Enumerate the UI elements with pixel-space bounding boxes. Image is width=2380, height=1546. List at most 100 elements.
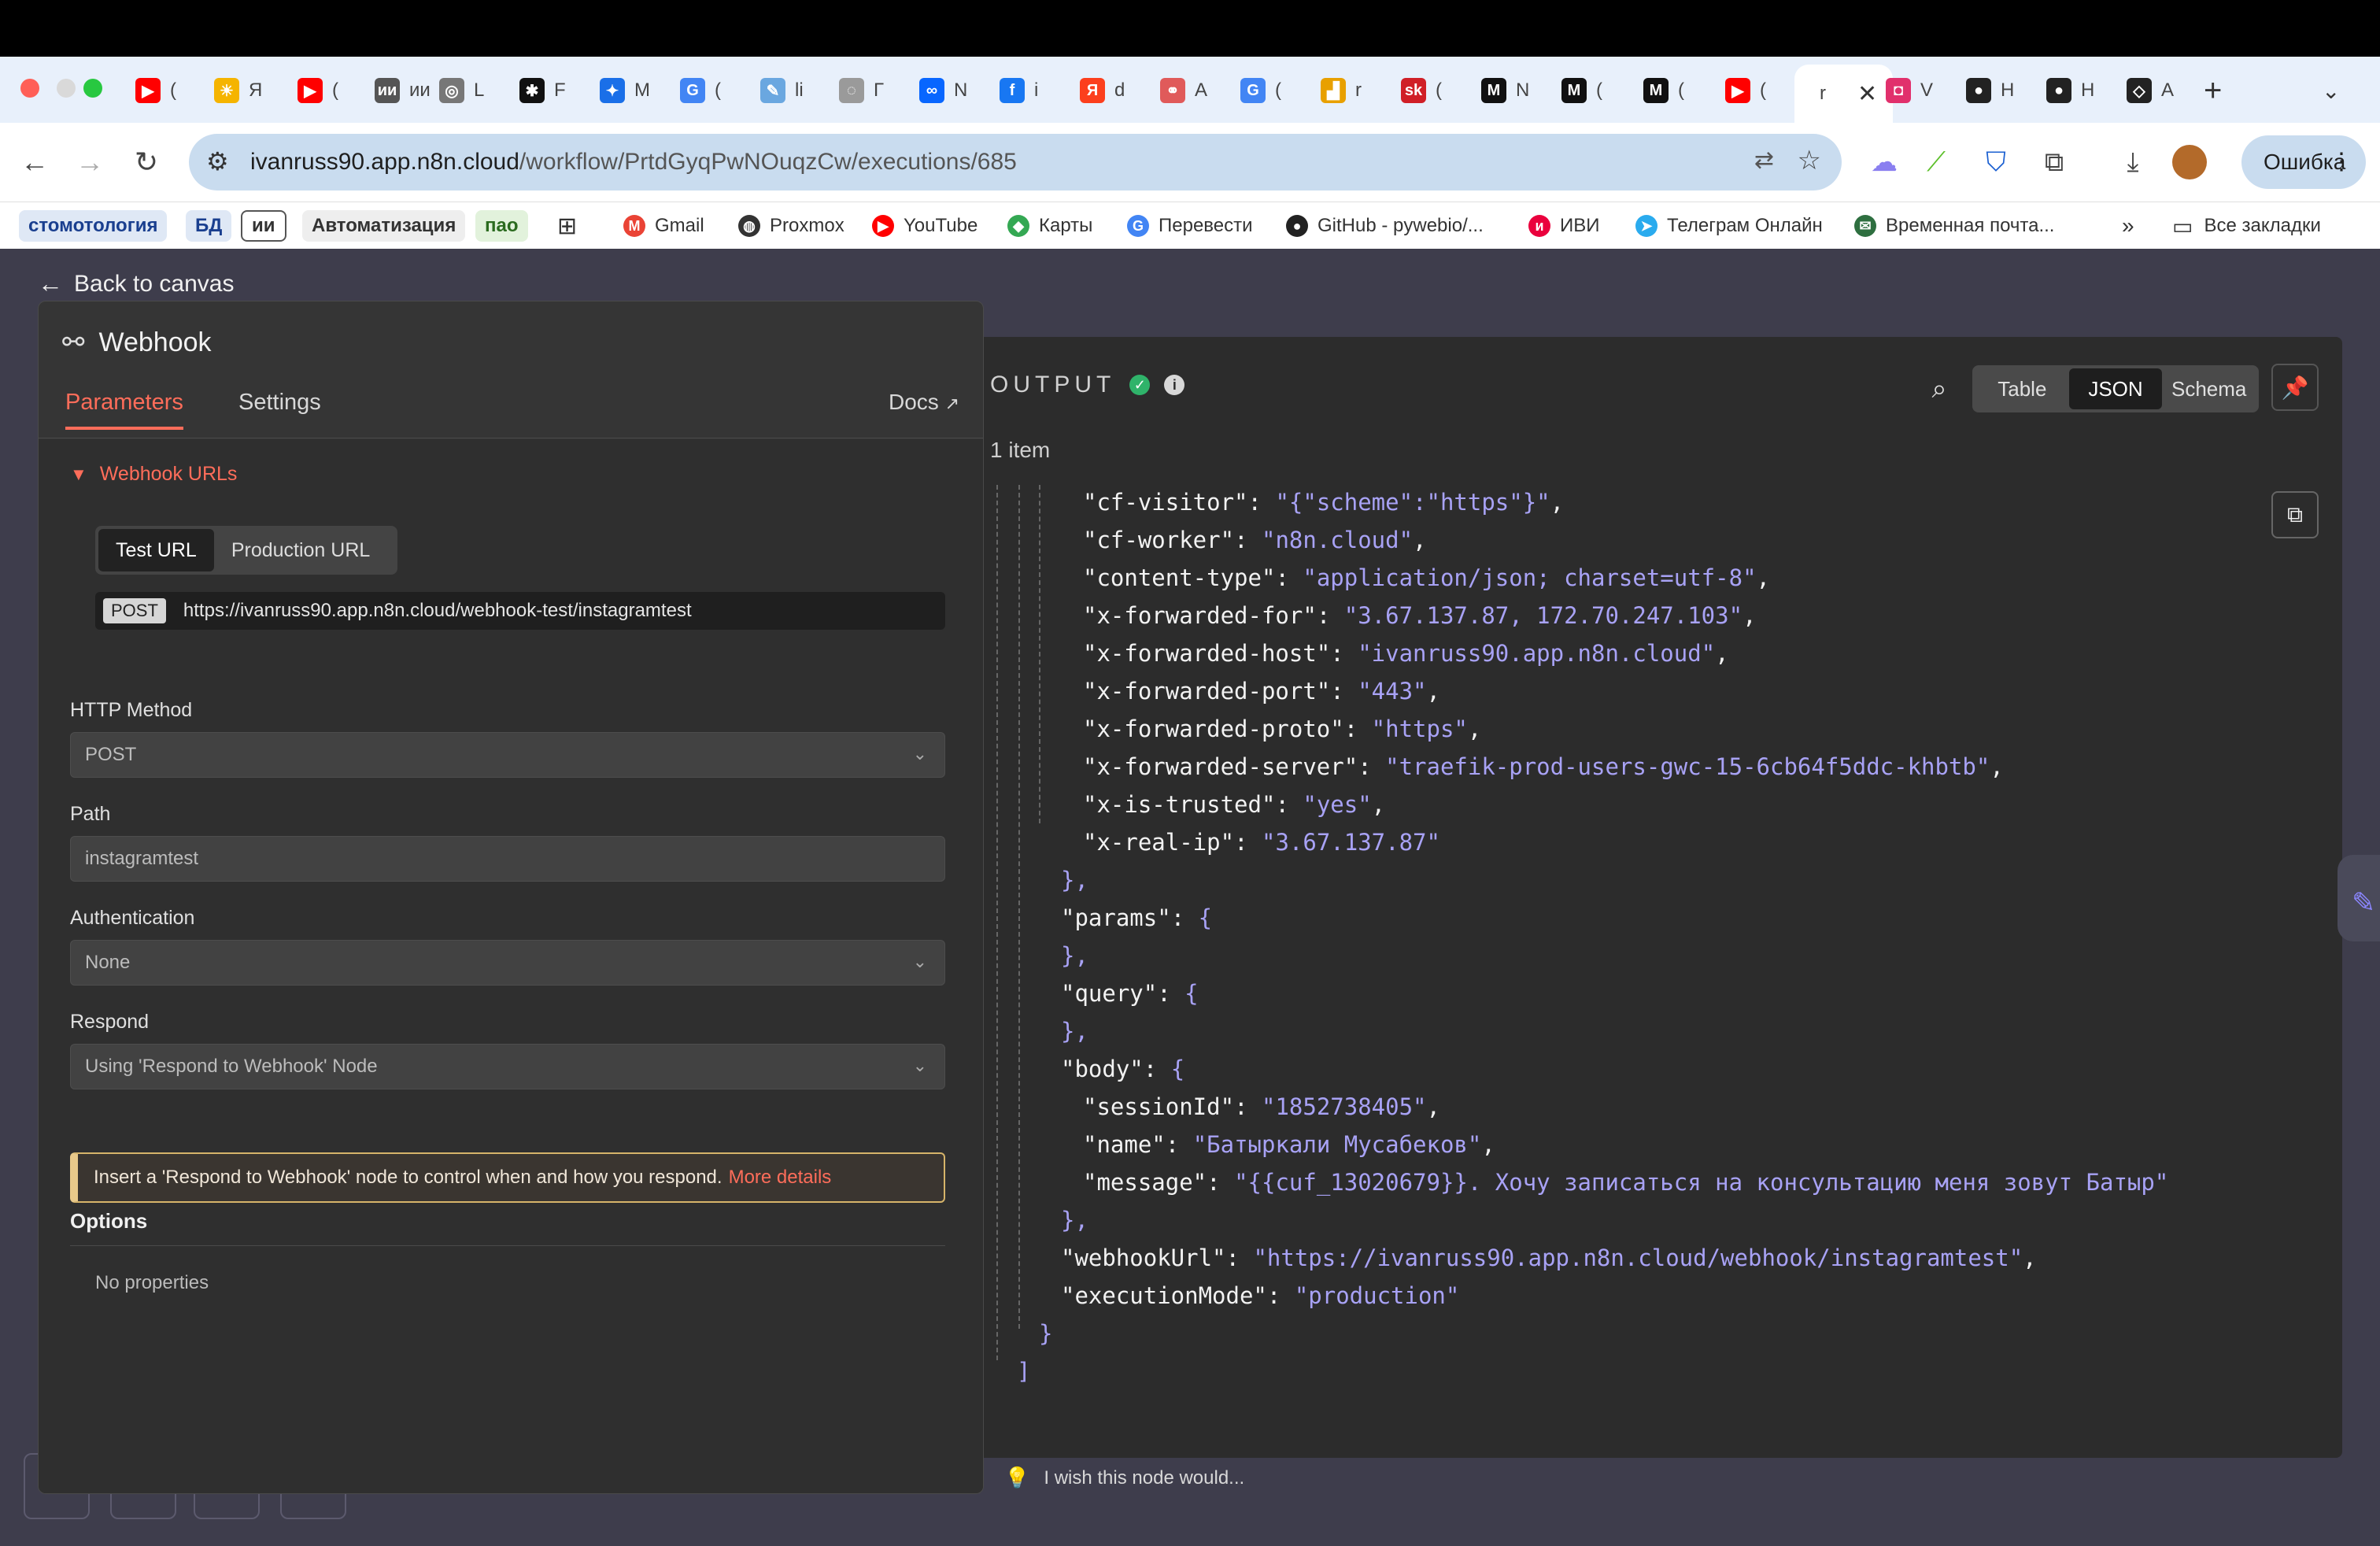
json-colon: :	[1266, 1282, 1295, 1309]
authentication-select[interactable]: None ⌄	[70, 940, 945, 986]
bookmark-item[interactable]: ◍ Proxmox	[738, 210, 844, 242]
profile-error-button[interactable]: Ошибка ⋮	[2241, 135, 2366, 189]
node-title[interactable]: Webhook	[99, 327, 212, 358]
address-bar[interactable]: ⚙ ivanruss90.app.n8n.cloud/workflow/Prtd…	[189, 134, 1842, 190]
extensions-puzzle-icon[interactable]: ⧉	[2035, 143, 2073, 181]
tab-21[interactable]: r ✕	[1794, 65, 1894, 123]
minimize-window-button[interactable]	[57, 79, 76, 98]
tab-5[interactable]: ✱ F	[519, 63, 566, 118]
bookmark-item[interactable]: M Gmail	[623, 210, 704, 242]
tab-4[interactable]: ◎ L	[439, 63, 484, 118]
tab-settings[interactable]: Settings	[238, 390, 321, 416]
forward-button[interactable]: →	[68, 140, 112, 184]
maximize-window-button[interactable]	[83, 79, 102, 98]
tab-23[interactable]: ● H	[1966, 63, 2014, 118]
close-window-button[interactable]	[20, 79, 39, 98]
bookmark-item[interactable]: ▶ YouTube	[872, 210, 978, 242]
download-icon[interactable]: ⤓	[2114, 143, 2152, 181]
tab-14[interactable]: G(	[1240, 63, 1281, 118]
view-schema-tab[interactable]: Schema	[2162, 368, 2256, 409]
view-json-tab[interactable]: JSON	[2068, 368, 2163, 409]
bookmark-item[interactable]: Автоматизация	[302, 210, 466, 242]
site-settings-icon[interactable]: ⚙	[206, 146, 229, 176]
kebab-menu-icon[interactable]: ⋮	[2330, 148, 2353, 176]
more-bookmarks-icon[interactable]: »	[2122, 210, 2134, 242]
bookmark-item[interactable]: и ИВИ	[1528, 210, 1600, 242]
more-details-link[interactable]: More details	[729, 1167, 832, 1189]
tab-12[interactable]: Яd	[1080, 63, 1125, 118]
webhook-url-display[interactable]: POST https://ivanruss90.app.n8n.cloud/we…	[95, 592, 945, 630]
back-to-canvas-link[interactable]: ← Back to canvas	[38, 269, 234, 298]
path-input[interactable]: instagramtest	[70, 836, 945, 882]
bookmark-item[interactable]: ➤ Телеграм Онлайн	[1635, 210, 1823, 242]
view-table-tab[interactable]: Table	[1975, 368, 2069, 409]
link-icon: ⚭	[1160, 78, 1185, 103]
all-bookmarks[interactable]: ▭ Все закладки	[2172, 210, 2321, 242]
json-value: {	[1170, 1056, 1185, 1082]
feedback-prompt[interactable]: 💡 I wish this node would...	[1004, 1466, 1244, 1490]
tab-17[interactable]: MN	[1481, 63, 1529, 118]
bookmark-item[interactable]: ✉ Временная почта...	[1854, 210, 2054, 242]
apps-grid-icon[interactable]: ⊞	[557, 210, 577, 242]
tab-19[interactable]: M(	[1643, 63, 1684, 118]
tab-11[interactable]: fi	[1000, 63, 1038, 118]
bookmark-item[interactable]: БД	[186, 210, 232, 242]
bookmark-item[interactable]: ● GitHub - pywebio/...	[1286, 210, 1484, 242]
tab-8[interactable]: ✎ li	[760, 63, 804, 118]
tab-parameters[interactable]: Parameters	[65, 390, 183, 430]
tab-1[interactable]: ☀ Я	[214, 63, 262, 118]
extension-chart-icon[interactable]: ⟋	[1917, 143, 1955, 181]
tab-10[interactable]: ∞ N	[919, 63, 967, 118]
json-value: "ivanruss90.app.n8n.cloud"	[1358, 640, 1716, 667]
chevron-down-icon: ⌄	[912, 744, 927, 764]
tab-2[interactable]: ▶(	[298, 63, 338, 118]
info-icon[interactable]: i	[1164, 375, 1185, 395]
profile-avatar[interactable]	[2172, 145, 2207, 179]
tab-24[interactable]: ● H	[2046, 63, 2094, 118]
tab-3[interactable]: ии ии	[375, 63, 431, 118]
json-value: "application/json; charset=utf-8"	[1303, 564, 1757, 591]
back-button[interactable]: ←	[13, 140, 57, 184]
instagram-icon: ◘	[1886, 78, 1911, 103]
webhook-urls-toggle[interactable]: ▼ Webhook URLs	[70, 463, 237, 486]
tab-9[interactable]: ◌ Г	[839, 63, 884, 118]
bookmark-star-icon[interactable]: ☆	[1798, 145, 1821, 176]
new-tab-button[interactable]: +	[2204, 63, 2222, 118]
globe-icon: ◍	[738, 215, 760, 237]
extension-shield-icon[interactable]: ⛉	[1977, 143, 2015, 181]
tab-15[interactable]: ▟ r	[1321, 63, 1362, 118]
translate-icon[interactable]: ⇄	[1754, 146, 1774, 174]
bookmark-item[interactable]: пао	[475, 210, 528, 242]
bookmark-item[interactable]: G Перевести	[1127, 210, 1253, 242]
tab-label: (	[1275, 80, 1281, 101]
json-tail: ,	[1481, 1131, 1495, 1158]
close-tab-icon[interactable]: ✕	[1857, 80, 1877, 108]
tab-25[interactable]: ◇ A	[2127, 63, 2174, 118]
tab-13[interactable]: ⚭ A	[1160, 63, 1207, 118]
bookmark-item[interactable]: ии	[241, 210, 286, 242]
bookmark-item[interactable]: стомотология	[19, 210, 168, 242]
pin-data-button[interactable]: 📌	[2271, 364, 2319, 411]
side-panel-handle[interactable]: ✎	[2338, 855, 2380, 941]
tab-18[interactable]: M(	[1561, 63, 1602, 118]
webhook-icon: ⚯	[62, 327, 85, 357]
json-colon: :	[1275, 564, 1303, 591]
json-value: "yes"	[1303, 791, 1372, 818]
tab-20[interactable]: ▶(	[1725, 63, 1766, 118]
tab-search-icon[interactable]: ⌄	[2322, 63, 2340, 118]
tab-16[interactable]: sk (	[1401, 63, 1442, 118]
tab-0[interactable]: ▶(	[135, 63, 176, 118]
tab-7[interactable]: G(	[680, 63, 721, 118]
copy-output-button[interactable]: ⧉	[2271, 491, 2319, 538]
search-icon[interactable]: ⌕	[1920, 370, 1958, 408]
tab-22[interactable]: ◘ V	[1886, 63, 1933, 118]
respond-select[interactable]: Using 'Respond to Webhook' Node ⌄	[70, 1044, 945, 1089]
production-url-tab[interactable]: Production URL	[214, 529, 387, 571]
extension-cloud-icon[interactable]: ☁	[1865, 143, 1903, 181]
test-url-tab[interactable]: Test URL	[98, 529, 214, 571]
http-method-select[interactable]: POST ⌄	[70, 732, 945, 778]
reload-button[interactable]: ↻	[124, 140, 168, 184]
bookmark-item[interactable]: ◆ Карты	[1007, 210, 1092, 242]
docs-link[interactable]: Docs ↗	[889, 390, 959, 415]
tab-6[interactable]: ✦ M	[600, 63, 650, 118]
